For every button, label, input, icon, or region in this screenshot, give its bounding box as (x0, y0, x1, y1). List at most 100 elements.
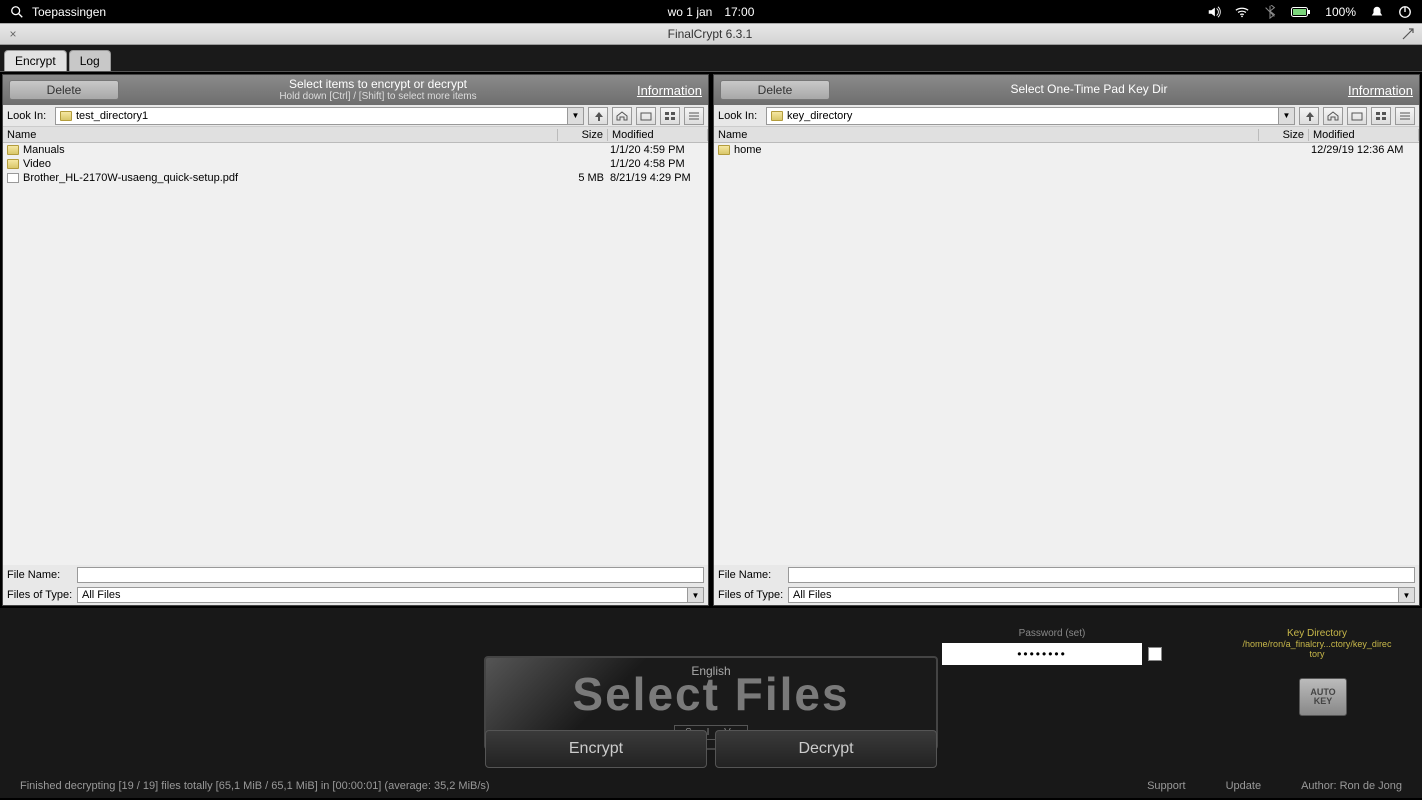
information-link[interactable]: Information (1348, 83, 1413, 98)
menubar-date: wo 1 jan (668, 5, 713, 19)
file-row[interactable]: Video 1/1/20 4:58 PM (3, 157, 708, 171)
col-name[interactable]: Name (3, 129, 558, 141)
language-label[interactable]: English (691, 664, 730, 678)
decrypt-button[interactable]: Decrypt (715, 730, 937, 768)
update-link[interactable]: Update (1226, 780, 1261, 792)
file-modified: 12/29/19 12:36 AM (1305, 144, 1415, 156)
detail-view-button[interactable] (1395, 107, 1415, 125)
autokey-button[interactable]: AUTO KEY (1299, 678, 1347, 716)
file-icon (7, 173, 19, 183)
filename-label: File Name: (7, 569, 73, 581)
col-size[interactable]: Size (1259, 129, 1309, 141)
filename-label: File Name: (718, 569, 784, 581)
key-filelist[interactable]: Name Size Modified home 12/29/19 12:36 AM (714, 127, 1419, 565)
support-link[interactable]: Support (1147, 780, 1186, 792)
chevron-down-icon[interactable]: ▼ (1278, 108, 1294, 124)
volume-icon[interactable] (1207, 5, 1221, 19)
file-size: 5 MB (554, 172, 604, 184)
status-text: Finished decrypting [19 / 19] files tota… (20, 780, 1147, 792)
encrypt-button[interactable]: Encrypt (485, 730, 707, 768)
filetype-label: Files of Type: (7, 589, 73, 601)
battery-percent: 100% (1325, 5, 1356, 19)
filetype-combo[interactable]: All Files ▼ (788, 587, 1415, 603)
pane-subheading: Hold down [Ctrl] / [Shift] to select mor… (119, 91, 637, 102)
up-folder-button[interactable] (588, 107, 608, 125)
window-title: FinalCrypt 6.3.1 (668, 27, 753, 41)
wifi-icon[interactable] (1235, 5, 1249, 19)
bluetooth-off-icon[interactable] (1263, 5, 1277, 19)
window-titlebar: × FinalCrypt 6.3.1 (0, 23, 1422, 45)
search-icon (10, 5, 24, 19)
action-area: English Select Files S I V Encrypt Decry… (0, 608, 1422, 798)
lookin-combo[interactable]: test_directory1 ▼ (55, 107, 584, 125)
col-name[interactable]: Name (714, 129, 1259, 141)
home-button[interactable] (1323, 107, 1343, 125)
list-view-button[interactable] (1371, 107, 1391, 125)
key-pane: Delete Select One-Time Pad Key Dir Infor… (713, 74, 1420, 606)
lookin-label: Look In: (7, 110, 51, 122)
file-row[interactable]: home 12/29/19 12:36 AM (714, 143, 1419, 157)
folder-icon (771, 111, 783, 121)
notifications-icon[interactable] (1370, 5, 1384, 19)
detail-view-button[interactable] (684, 107, 704, 125)
menubar-time: 17:00 (724, 5, 754, 19)
filetype-value: All Files (793, 589, 832, 601)
source-pane: Delete Select items to encrypt or decryp… (2, 74, 709, 606)
file-modified: 1/1/20 4:58 PM (604, 158, 704, 170)
file-name: home (734, 144, 762, 156)
file-modified: 8/21/19 4:29 PM (604, 172, 704, 184)
filename-input[interactable] (77, 567, 704, 583)
pane-heading: Select items to encrypt or decrypt (119, 78, 637, 91)
show-password-checkbox[interactable] (1148, 647, 1162, 661)
chevron-down-icon[interactable]: ▼ (1398, 588, 1414, 602)
split-panes: Delete Select items to encrypt or decryp… (0, 72, 1422, 608)
author-label: Author: Ron de Jong (1301, 780, 1402, 792)
app-menu[interactable]: Toepassingen (32, 5, 106, 19)
pane-heading: Select One-Time Pad Key Dir (830, 83, 1348, 96)
file-name: Manuals (23, 144, 65, 156)
new-folder-button[interactable] (636, 107, 656, 125)
restore-icon[interactable] (1400, 26, 1416, 42)
list-view-button[interactable] (660, 107, 680, 125)
folder-icon (7, 159, 19, 169)
lookin-value: key_directory (787, 110, 852, 122)
file-modified: 1/1/20 4:59 PM (604, 144, 704, 156)
col-modified[interactable]: Modified (1309, 129, 1419, 141)
filetype-label: Files of Type: (718, 589, 784, 601)
password-input[interactable] (942, 643, 1142, 665)
folder-icon (718, 145, 730, 155)
tab-log[interactable]: Log (69, 50, 111, 71)
information-link[interactable]: Information (637, 83, 702, 98)
tab-encrypt[interactable]: Encrypt (4, 50, 67, 71)
keydir-label: Key Directory (1242, 628, 1392, 639)
up-folder-button[interactable] (1299, 107, 1319, 125)
file-name: Brother_HL-2170W-usaeng_quick-setup.pdf (23, 172, 238, 184)
filename-input[interactable] (788, 567, 1415, 583)
file-row[interactable]: Brother_HL-2170W-usaeng_quick-setup.pdf 5… (3, 171, 708, 185)
chevron-down-icon[interactable]: ▼ (687, 588, 703, 602)
password-label: Password (set) (942, 628, 1162, 639)
col-size[interactable]: Size (558, 129, 608, 141)
home-button[interactable] (612, 107, 632, 125)
file-name: Video (23, 158, 51, 170)
keydir-path: /home/ron/a_finalcry...ctory/key_directo… (1242, 639, 1392, 659)
power-icon[interactable] (1398, 5, 1412, 19)
new-folder-button[interactable] (1347, 107, 1367, 125)
col-modified[interactable]: Modified (608, 129, 708, 141)
file-row[interactable]: Manuals 1/1/20 4:59 PM (3, 143, 708, 157)
main-tabs: Encrypt Log (0, 45, 1422, 72)
battery-icon[interactable] (1291, 6, 1311, 18)
lookin-combo[interactable]: key_directory ▼ (766, 107, 1295, 125)
filetype-combo[interactable]: All Files ▼ (77, 587, 704, 603)
close-icon[interactable]: × (6, 27, 20, 41)
folder-icon (7, 145, 19, 155)
autokey-l2: KEY (1314, 697, 1333, 706)
chevron-down-icon[interactable]: ▼ (567, 108, 583, 124)
filetype-value: All Files (82, 589, 121, 601)
lookin-value: test_directory1 (76, 110, 148, 122)
source-filelist[interactable]: Name Size Modified Manuals 1/1/20 4:59 PM… (3, 127, 708, 565)
delete-button[interactable]: Delete (9, 80, 119, 100)
folder-icon (60, 111, 72, 121)
delete-button[interactable]: Delete (720, 80, 830, 100)
lookin-label: Look In: (718, 110, 762, 122)
